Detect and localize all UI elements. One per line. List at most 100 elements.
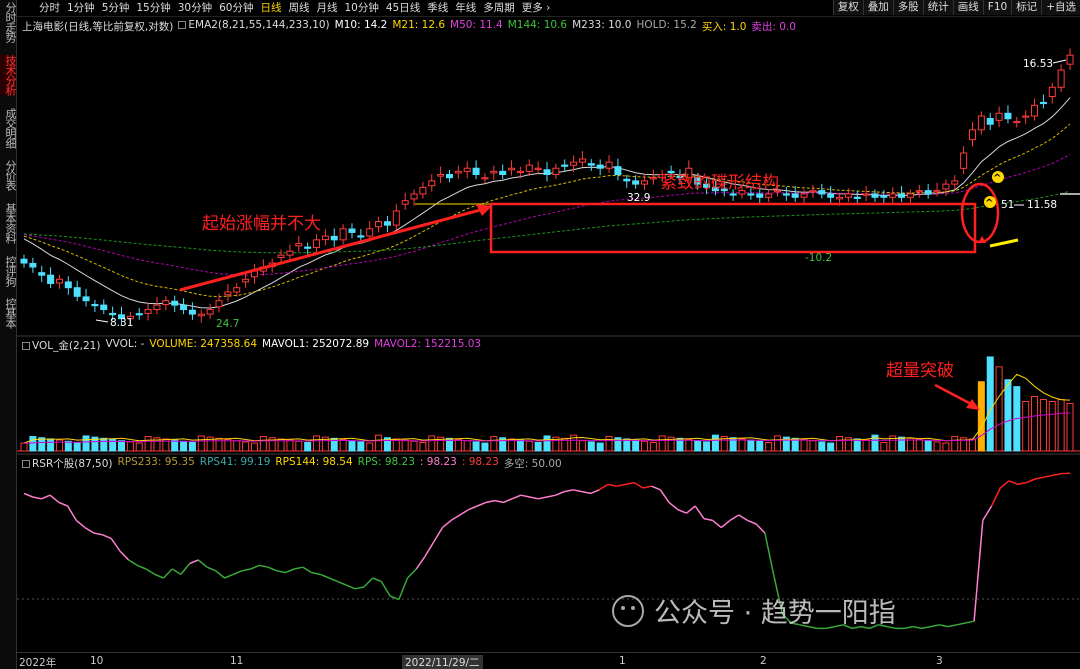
volume-bar-up — [880, 441, 888, 452]
volume-bar-up — [250, 442, 258, 452]
candle-down — [729, 193, 737, 196]
rps-segment — [110, 537, 121, 552]
rps-segment — [729, 514, 740, 522]
rps-segment — [41, 494, 51, 500]
date-label: 11 — [230, 655, 244, 667]
volume-bar-down — [357, 441, 365, 452]
rps-segment — [224, 573, 234, 579]
rps-segment — [380, 581, 391, 597]
rps-segment — [154, 573, 164, 579]
candle-up — [516, 170, 524, 174]
annotation-start-gain: 起始涨幅并不大 — [202, 214, 321, 234]
breakout-price-label: 11.58 — [1027, 199, 1057, 211]
candle-up — [295, 243, 303, 247]
mavol1-line — [23, 373, 1071, 444]
volume-bar-down — [516, 439, 524, 452]
rps-segment — [171, 568, 182, 576]
candle-down — [924, 190, 932, 195]
rps-segment — [564, 489, 574, 493]
rps-segment — [529, 496, 539, 500]
volume-bar-down — [703, 441, 711, 452]
volume-bar-down — [543, 435, 551, 452]
candle-down — [73, 287, 81, 297]
candle-down — [827, 193, 835, 198]
volume-bar-down — [481, 442, 489, 452]
volume-bar-up — [738, 438, 746, 452]
candle-down — [29, 262, 37, 268]
candle-up — [215, 300, 223, 308]
volume-bar-up — [339, 439, 347, 452]
candle-down — [348, 228, 356, 233]
rps-segment — [1008, 480, 1018, 486]
date-label: 1 — [619, 655, 626, 667]
buy-signal-glyph: ^ — [985, 198, 993, 209]
breakout-circle — [960, 182, 1000, 244]
candle-down — [747, 193, 755, 196]
candle-up — [286, 250, 294, 256]
candle-up — [649, 177, 657, 180]
candle-down — [445, 174, 453, 179]
candle-up — [401, 200, 409, 205]
rps-segment — [302, 566, 312, 574]
volume-bar-down — [180, 440, 188, 452]
candle-up — [339, 228, 347, 241]
rps-segment — [642, 485, 652, 489]
volume-bar-down — [818, 441, 826, 452]
rps-segment — [494, 499, 504, 504]
volume-bar-up — [800, 439, 808, 452]
volume-bar-up — [836, 436, 844, 452]
rps-segment — [511, 494, 522, 500]
breakout-price-prefix: 51 — [1001, 199, 1014, 211]
wechat-icon-dot — [621, 606, 625, 610]
candle-up — [836, 196, 844, 200]
rps-segment — [137, 564, 147, 570]
right-price-marker — [1060, 193, 1080, 195]
ema144-line — [23, 190, 1071, 254]
candle-up — [906, 193, 914, 198]
rps-segment — [677, 508, 687, 514]
volume-bar-up — [1022, 401, 1030, 452]
volume-bar-up — [286, 439, 294, 452]
rps-segment — [485, 499, 495, 504]
volume-bar-up — [135, 442, 143, 452]
candle-up — [454, 170, 462, 174]
volume-bar-up — [233, 440, 241, 452]
candle-down — [109, 312, 117, 316]
candle-up — [224, 291, 232, 296]
rps-segment — [930, 624, 940, 628]
volume-bar-down — [1004, 379, 1012, 452]
volume-bar-down — [188, 441, 196, 452]
rps-segment — [477, 501, 487, 507]
volume-bar-up — [525, 440, 533, 452]
chart-canvas[interactable]: 起始涨幅并不大 紧致的碟形结构 超量突破 16.53 32.9 -10.2 8.… — [0, 0, 1080, 652]
rps-segment — [956, 622, 966, 626]
rps-segment — [572, 489, 583, 493]
rps-segment — [973, 520, 984, 622]
rps-segment — [747, 519, 757, 525]
wechat-icon — [612, 595, 644, 627]
candle-up — [242, 278, 250, 283]
consolidation-box — [489, 202, 977, 254]
rps-segment — [598, 483, 609, 491]
candle-down — [91, 303, 99, 307]
candle-up — [277, 254, 285, 258]
rps-segment — [75, 519, 86, 529]
candle-down — [543, 169, 551, 176]
rps-segment — [415, 555, 426, 570]
candle-up — [428, 180, 436, 187]
candle-up — [144, 309, 152, 314]
volume-bar-up — [419, 441, 427, 452]
candle-up — [1031, 104, 1039, 117]
rps-segment — [180, 563, 191, 575]
candle-up — [366, 228, 374, 237]
price-low-arrow — [95, 319, 109, 323]
volume-bar-up — [375, 434, 383, 452]
rps-segment — [694, 505, 705, 520]
volume-bar-up — [773, 435, 781, 452]
candle-down — [1004, 112, 1012, 120]
rps-segment — [450, 514, 461, 522]
volume-bar-up — [401, 439, 409, 452]
rps-segment — [1052, 472, 1062, 477]
rps-segment — [912, 625, 922, 630]
rps-segment — [616, 483, 626, 487]
